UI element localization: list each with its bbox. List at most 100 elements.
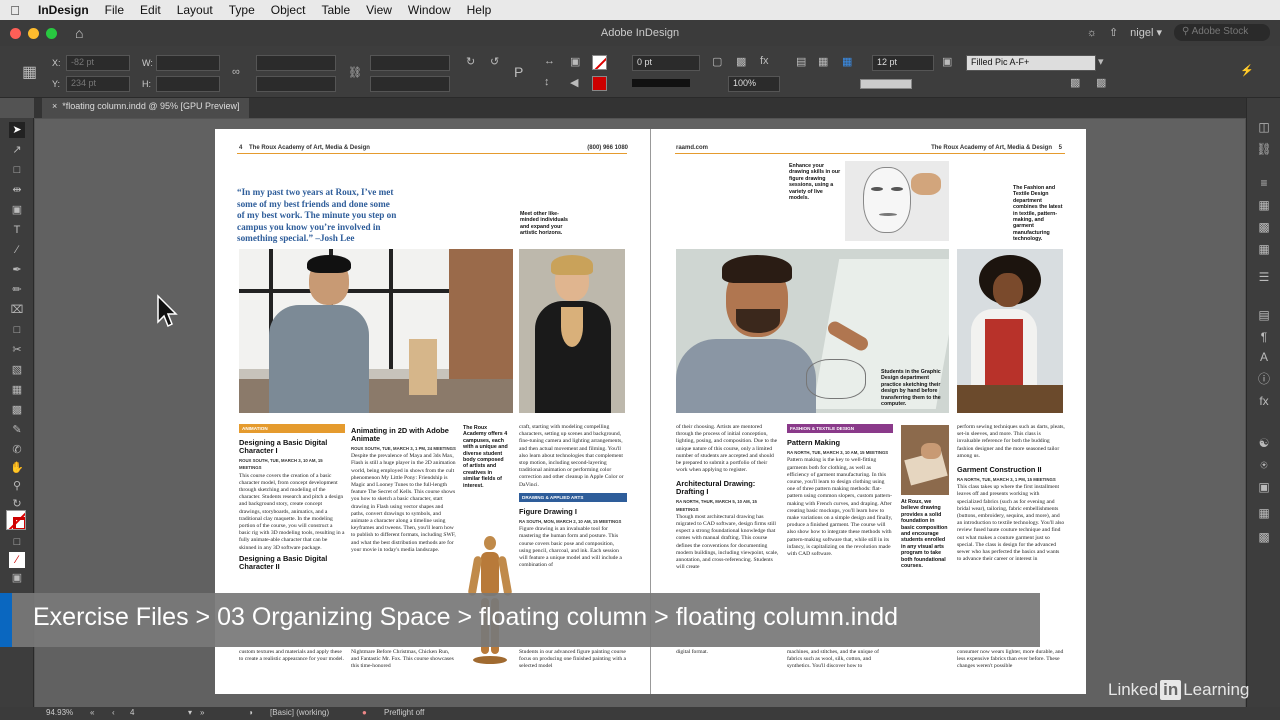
cc-libraries-panel-icon[interactable]: ☯ — [1255, 434, 1273, 452]
left-column-2-tail[interactable]: Nightmare Before Christmas, Chicken Run,… — [351, 649, 457, 679]
fill-stroke-proxy[interactable] — [6, 510, 26, 530]
apply-none-icon[interactable]: ∕ — [9, 552, 25, 568]
gap-tool-icon[interactable]: ⇹ — [9, 182, 25, 198]
fitting-icon[interactable]: ▣ — [942, 55, 952, 68]
p-select-container-icon[interactable]: P — [514, 64, 523, 80]
selection-tool-icon[interactable]: ➤ — [9, 122, 25, 138]
gradient-panel-icon[interactable]: ▦ — [1255, 240, 1273, 258]
info-panel-icon[interactable]: ⓘ — [1255, 370, 1273, 388]
menu-view[interactable]: View — [358, 3, 400, 17]
frame-fitting-swatch[interactable] — [860, 79, 912, 89]
line-tool-icon[interactable]: ∕ — [9, 242, 25, 258]
effects-icon[interactable]: fx — [760, 55, 769, 67]
pull-quote[interactable]: “In my past two years at Roux, I’ve met … — [237, 187, 399, 245]
next-page-icon[interactable]: ▾ — [188, 708, 192, 717]
sketch-image[interactable] — [845, 161, 949, 241]
text-wrap-panel-icon[interactable]: ▤ — [1255, 306, 1273, 324]
home-icon[interactable]: ⌂ — [75, 25, 83, 41]
eyedropper-tool-icon[interactable]: ✆ — [9, 442, 25, 458]
pen-tool-icon[interactable]: ✒ — [9, 262, 25, 278]
flip-vertical-icon[interactable]: ↕ — [544, 76, 550, 88]
color-panel-icon[interactable]: ▩ — [1255, 218, 1273, 236]
effects-panel-icon[interactable]: fx — [1255, 392, 1273, 410]
object-style-dropdown[interactable]: Filled Pic A-F+ — [966, 55, 1096, 71]
select-previous-icon[interactable]: ◀ — [570, 76, 578, 89]
stroke-swatch[interactable] — [592, 76, 607, 91]
share-icon[interactable]: ⇧ — [1109, 26, 1118, 39]
clear-overrides-icon[interactable]: ▩ — [1096, 76, 1106, 89]
open-page-icon[interactable]: ◑ — [248, 708, 253, 717]
x-position-field[interactable]: -82 pt — [66, 55, 130, 71]
zoom-window-button[interactable] — [46, 27, 57, 39]
document-tab[interactable]: × *floating column.indd @ 95% [GPU Previ… — [42, 98, 250, 118]
last-page-icon[interactable]: » — [200, 708, 204, 717]
right-sidebar-top[interactable]: Enhance your drawing skills in our figur… — [789, 163, 843, 201]
previous-page-icon[interactable]: ‹ — [112, 708, 115, 717]
direct-selection-tool-icon[interactable]: ↗ — [9, 142, 25, 158]
stroke-panel-icon[interactable]: ≡ — [1255, 174, 1273, 192]
stroke-weight-field[interactable]: 0 pt — [632, 55, 700, 71]
character-panel-icon[interactable]: A — [1255, 348, 1273, 366]
select-content-icon[interactable]: ▣ — [570, 55, 580, 68]
page-tool-icon[interactable]: □ — [9, 162, 25, 178]
minimize-window-button[interactable] — [28, 27, 39, 39]
gutter-field[interactable]: 12 pt — [872, 55, 934, 71]
screen-mode-icon[interactable]: ▣ — [9, 570, 25, 586]
close-window-button[interactable] — [10, 27, 21, 39]
preflight-status[interactable]: Preflight off — [384, 708, 424, 717]
lightbulb-icon[interactable]: ☼ — [1087, 27, 1097, 39]
left-column-1-tail[interactable]: custom textures and materials and apply … — [239, 649, 345, 679]
woman-photo[interactable] — [519, 249, 625, 413]
object-styles-panel-icon[interactable]: ▣ — [1255, 478, 1273, 496]
drop-shadow-icon[interactable]: ▩ — [736, 55, 746, 68]
right-column-3-tail[interactable]: consumer now wears lighter, more durable… — [957, 649, 1065, 679]
basic-working-style[interactable]: [Basic] (working) — [270, 708, 329, 717]
shear-field[interactable] — [370, 76, 450, 92]
menu-table[interactable]: Table — [313, 3, 358, 17]
object-style-menu-icon[interactable]: ▾ — [1098, 55, 1104, 68]
lightning-icon[interactable]: ⚡ — [1240, 64, 1254, 77]
right-column-1-tail[interactable]: digital format. — [676, 649, 780, 679]
menu-app-name[interactable]: InDesign — [30, 3, 97, 17]
rotation-field[interactable] — [370, 55, 450, 71]
pencil-tool-icon[interactable]: ✏ — [9, 282, 25, 298]
menu-layout[interactable]: Layout — [169, 3, 221, 17]
scissors-tool-icon[interactable]: ✂ — [9, 342, 25, 358]
gradient-tool-icon[interactable]: ▦ — [9, 382, 25, 398]
menu-type[interactable]: Type — [221, 3, 263, 17]
cell-styles-panel-icon[interactable]: ▩ — [1255, 528, 1273, 546]
formatting-affects-container-icon[interactable]: □ — [9, 534, 25, 550]
rotate-ccw-icon[interactable]: ↺ — [490, 55, 499, 68]
chain-link-icon[interactable]: ⛓ — [348, 66, 362, 79]
auto-fit-icon[interactable]: ▦ — [842, 55, 852, 68]
menu-edit[interactable]: Edit — [132, 3, 169, 17]
menu-help[interactable]: Help — [459, 3, 500, 17]
scale-x-field[interactable] — [256, 55, 336, 71]
text-wrap-alt-icon[interactable]: ▦ — [818, 55, 828, 68]
hand-tool-icon[interactable]: ✋ — [9, 460, 25, 476]
y-position-field[interactable]: 234 pt — [66, 76, 130, 92]
menu-window[interactable]: Window — [400, 3, 459, 17]
links-panel-icon[interactable]: ⛓ — [1255, 140, 1273, 158]
content-collector-icon[interactable]: ▣ — [9, 202, 25, 218]
opacity-field[interactable]: 100% — [728, 76, 780, 92]
left-sidebar-top[interactable]: Meet other like-minded individuals and e… — [520, 211, 568, 237]
text-wrap-icon[interactable]: ▤ — [796, 55, 806, 68]
graphic-design-caption[interactable]: Students in the Graphic Design departmen… — [881, 369, 945, 407]
right-sidebar-fashion[interactable]: The Fashion and Textile Design departmen… — [1013, 185, 1065, 243]
scale-y-field[interactable] — [256, 76, 336, 92]
menu-file[interactable]: File — [97, 3, 132, 17]
user-menu[interactable]: nigel ▾ — [1130, 26, 1162, 39]
apple-icon[interactable]:  — [0, 3, 30, 18]
right-column-2[interactable]: FASHION & TEXTILE DESIGN Pattern Making … — [787, 424, 893, 594]
flip-horizontal-icon[interactable]: ↔ — [544, 55, 555, 67]
zoom-tool-icon[interactable]: ⚲ — [9, 478, 25, 494]
frame-icon[interactable]: ▢ — [712, 55, 722, 68]
left-column-3[interactable]: craft, starting with modeling compelling… — [519, 424, 627, 589]
height-field[interactable] — [156, 76, 220, 92]
rectangle-tool-icon[interactable]: □ — [9, 322, 25, 338]
seamstress-photo[interactable] — [957, 249, 1063, 413]
first-page-icon[interactable]: « — [90, 708, 94, 717]
reference-point-icon[interactable]: ▦ — [22, 62, 37, 82]
fill-swatch[interactable] — [592, 55, 607, 70]
